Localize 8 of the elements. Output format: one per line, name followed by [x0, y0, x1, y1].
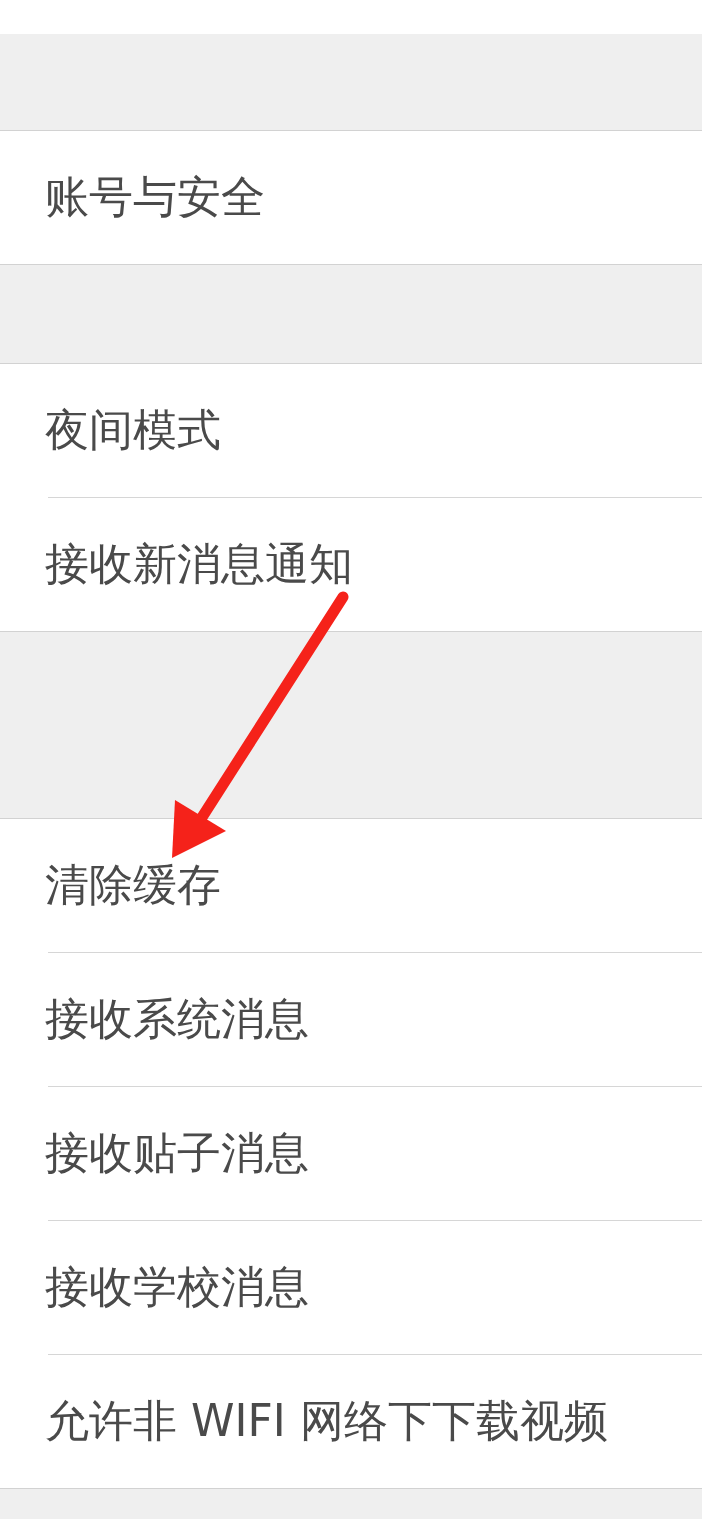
settings-item[interactable]: 夜间模式	[0, 364, 702, 497]
settings-item[interactable]: 接收新消息通知	[0, 498, 702, 631]
settings-item[interactable]: 账号与安全	[0, 131, 702, 264]
settings-item[interactable]: 接收学校消息	[0, 1221, 702, 1354]
settings-item[interactable]: 清除缓存	[0, 819, 702, 952]
settings-item[interactable]: 接收贴子消息	[0, 1087, 702, 1220]
settings-item[interactable]: 允许非 WIFI 网络下下载视频	[0, 1355, 702, 1488]
settings-item[interactable]: 接收系统消息	[0, 953, 702, 1086]
